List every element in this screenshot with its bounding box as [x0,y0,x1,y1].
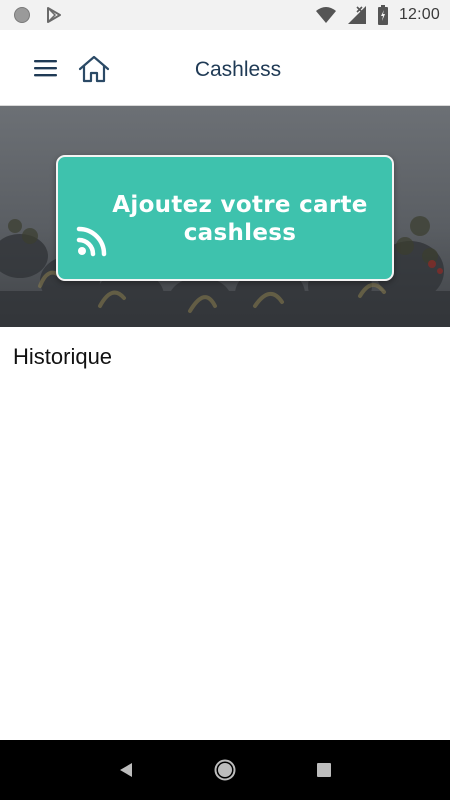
circle-icon [13,6,31,24]
add-card-label: Ajoutez votre carte cashless [112,192,368,246]
wifi-icon [315,6,337,24]
status-time: 12:00 [398,6,440,23]
app-bar: Cashless [0,30,450,106]
add-cashless-card-button[interactable]: Ajoutez votre carte cashless [56,155,394,281]
navigation-bar [0,740,450,800]
battery-icon [377,5,389,25]
recents-button[interactable] [300,746,348,794]
recents-icon [317,763,332,777]
page-title: Cashless [194,58,282,81]
history-title: Historique [13,344,113,369]
home-nav-button[interactable] [201,746,249,794]
status-left [13,6,63,24]
back-icon [119,763,132,777]
back-button[interactable] [102,746,150,794]
play-store-icon [45,6,63,24]
signal-icon [347,5,367,25]
cashless-banner: Ajoutez votre carte cashless [0,106,450,327]
home-circle-icon [214,759,236,781]
status-right: 12:00 [315,5,440,25]
status-bar: 12:00 [0,0,450,30]
